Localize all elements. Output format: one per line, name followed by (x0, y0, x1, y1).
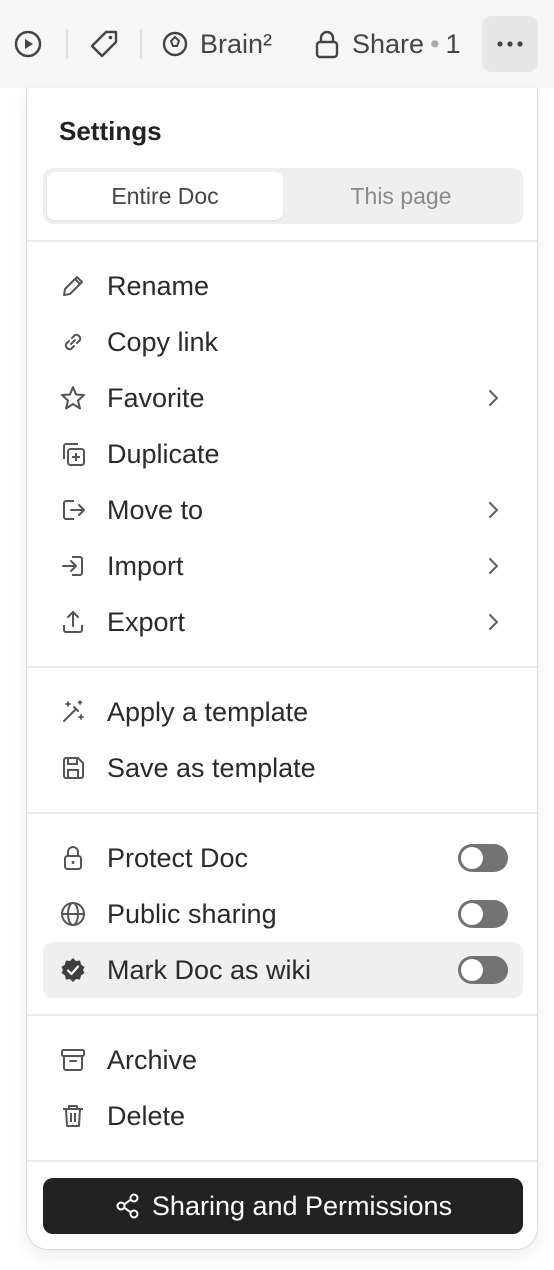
menu-item-save-template[interactable]: Save as template (43, 740, 523, 796)
menu-divider (27, 1014, 537, 1016)
scope-segmented-control: Entire Doc This page (43, 168, 523, 224)
more-horizontal-icon (497, 41, 523, 47)
tab-this-page[interactable]: This page (283, 172, 519, 220)
toolbar-divider (140, 29, 142, 59)
menu-item-label: Apply a template (107, 696, 309, 727)
menu-item-public-sharing[interactable]: Public sharing (43, 886, 523, 942)
toggle-knob (461, 847, 483, 869)
toolbar-divider (66, 29, 68, 59)
menu-item-rename[interactable]: Rename (43, 258, 523, 314)
toggle-knob (461, 903, 483, 925)
share-button[interactable]: Share • 1 (314, 16, 461, 72)
chevron-right-icon (488, 557, 499, 575)
chevron-right-icon (488, 501, 499, 519)
protect-doc-toggle[interactable] (458, 844, 508, 872)
chevron-right-icon (488, 613, 499, 631)
menu-item-label: Rename (107, 270, 210, 301)
play-button[interactable] (14, 16, 42, 72)
menu-item-label: Export (107, 606, 186, 637)
menu-item-label: Move to (107, 494, 204, 525)
settings-menu: Settings Entire Doc This page Rename Cop… (26, 88, 538, 1250)
brain-label: Brain² (200, 28, 273, 59)
tab-entire-doc[interactable]: Entire Doc (47, 172, 283, 220)
duplicate-icon (63, 443, 85, 466)
menu-divider (27, 1160, 537, 1162)
star-icon (61, 386, 85, 410)
menu-item-label: Duplicate (107, 438, 220, 469)
menu-item-move-to[interactable]: Move to (43, 482, 523, 538)
brain-icon (162, 31, 188, 57)
upload-icon (63, 611, 83, 633)
menu-divider (27, 812, 537, 814)
menu-item-label: Protect Doc (107, 842, 249, 873)
save-icon (63, 757, 84, 779)
toolbar: Brain² Share • 1 (0, 0, 554, 88)
link-icon (64, 333, 82, 351)
menu-divider (27, 240, 537, 242)
menu-item-import[interactable]: Import (43, 538, 523, 594)
menu-item-archive[interactable]: Archive (43, 1032, 523, 1088)
chevron-right-icon (488, 389, 499, 407)
magic-wand-icon (63, 700, 84, 722)
move-icon (63, 500, 85, 520)
tag-button[interactable] (88, 16, 120, 72)
menu-title: Settings (59, 116, 162, 146)
sharing-permissions-button[interactable]: Sharing and Permissions (43, 1178, 523, 1234)
menu-item-label: Public sharing (107, 898, 277, 929)
menu-item-label: Favorite (107, 382, 205, 413)
share-nodes-icon (116, 1193, 139, 1219)
archive-icon (61, 1049, 85, 1071)
play-circle-icon (14, 30, 42, 58)
share-separator-dot: • (430, 28, 440, 59)
share-label: Share (352, 28, 425, 59)
trash-icon (63, 1105, 83, 1127)
import-icon (62, 556, 83, 576)
menu-item-duplicate[interactable]: Duplicate (43, 426, 523, 482)
share-count: 1 (445, 28, 461, 59)
menu-item-label: Archive (107, 1044, 198, 1075)
menu-item-label: Import (107, 550, 184, 581)
lock-icon (315, 30, 339, 59)
toggle-knob (461, 959, 483, 981)
public-sharing-toggle[interactable] (458, 900, 508, 928)
menu-item-copy-link[interactable]: Copy link (43, 314, 523, 370)
lock-icon (64, 846, 82, 870)
sharing-permissions-label: Sharing and Permissions (151, 1190, 453, 1221)
menu-item-label: Copy link (107, 326, 219, 357)
tag-icon (90, 30, 118, 58)
menu-item-apply-template[interactable]: Apply a template (43, 684, 523, 740)
menu-divider (27, 666, 537, 668)
mark-wiki-toggle[interactable] (458, 956, 508, 984)
menu-item-label: Mark Doc as wiki (107, 954, 312, 985)
globe-icon (61, 902, 85, 926)
menu-item-label: Delete (107, 1100, 186, 1131)
menu-item-delete[interactable]: Delete (43, 1088, 523, 1144)
brain-button[interactable]: Brain² (160, 16, 272, 72)
pencil-icon (63, 276, 83, 296)
menu-item-protect-doc[interactable]: Protect Doc (43, 830, 523, 886)
more-options-button[interactable] (482, 16, 538, 72)
menu-item-label: Save as template (107, 752, 316, 783)
verified-badge-icon (61, 958, 85, 982)
menu-item-mark-wiki[interactable]: Mark Doc as wiki (43, 942, 523, 998)
menu-item-export[interactable]: Export (43, 594, 523, 650)
menu-item-favorite[interactable]: Favorite (43, 370, 523, 426)
